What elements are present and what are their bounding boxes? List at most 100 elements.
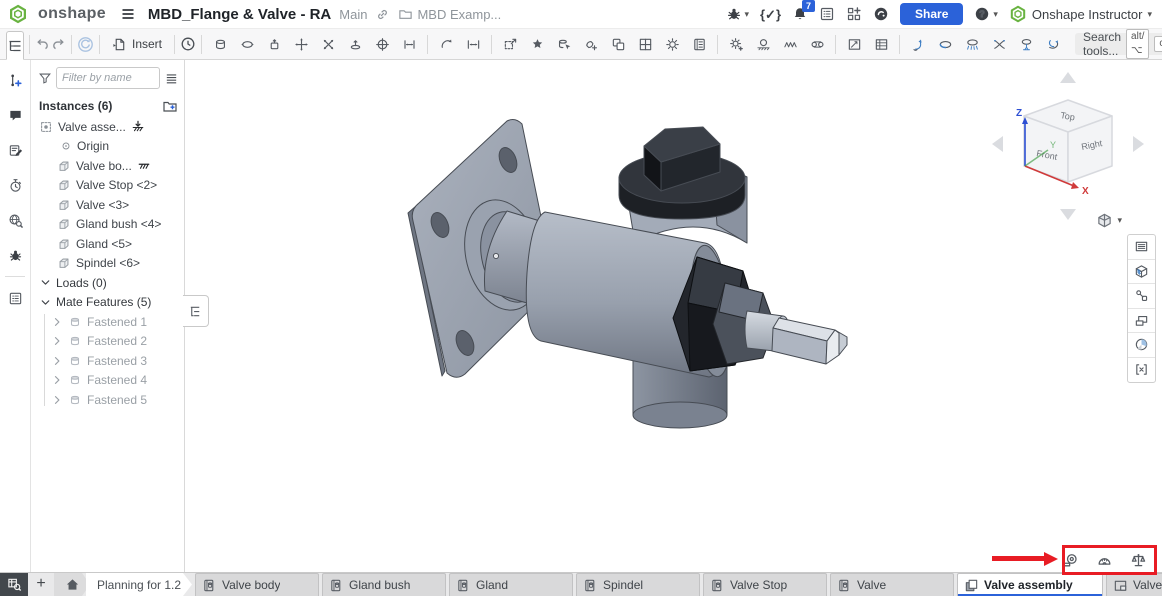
filter-icon[interactable] (38, 71, 52, 85)
list-options-icon[interactable] (164, 71, 179, 86)
named-view-icon[interactable] (1013, 32, 1039, 57)
search-tools[interactable]: Search tools... alt/⌥ c (1075, 33, 1162, 55)
part-icon (57, 159, 71, 173)
tab-assembly-icon (964, 578, 979, 593)
graphics-canvas[interactable]: Top Front Right Z X Y (185, 60, 1162, 572)
section-view-icon[interactable] (1128, 309, 1155, 334)
document-location[interactable]: MBD Examp... (417, 7, 501, 22)
bom-panel-icon[interactable] (1128, 235, 1155, 260)
slider-mate-icon[interactable] (342, 32, 368, 57)
sync-rotate-icon[interactable] (77, 32, 94, 57)
tree-item-origin[interactable]: Origin (31, 137, 184, 157)
follow-mode-icon[interactable] (4, 70, 26, 90)
interference-x-icon[interactable] (986, 32, 1012, 57)
rotate-left-arrow[interactable] (992, 136, 1003, 152)
insert-part-icon[interactable] (578, 32, 604, 57)
ball-mate-icon[interactable] (315, 32, 341, 57)
tape-measure-icon[interactable] (1060, 551, 1080, 569)
link-icon[interactable] (375, 7, 390, 22)
bug-report-icon[interactable] (4, 245, 26, 265)
view-options-menu[interactable]: ▾ (1096, 212, 1122, 229)
tree-item-valve-stop-2[interactable]: Valve Stop <2> (31, 176, 184, 196)
bom-table-icon[interactable] (868, 32, 894, 57)
version-history-icon[interactable] (4, 175, 26, 195)
tree-item-spindel-6[interactable]: Spindel <6> (31, 254, 184, 274)
notifications-icon[interactable]: 7 (792, 6, 808, 22)
insert-folder-icon[interactable] (162, 98, 178, 114)
tree-item-valve-bo[interactable]: Valve bo... (31, 156, 184, 176)
workspace-label[interactable]: Main (339, 7, 367, 22)
mass-scale-icon[interactable] (1128, 551, 1148, 569)
mate-connector-panel-icon[interactable] (1128, 284, 1155, 309)
panel-flyout-handle[interactable] (183, 295, 209, 327)
tree-item-fastened-2[interactable]: Fastened 2 (31, 332, 184, 352)
display-cube-icon[interactable] (1128, 260, 1155, 285)
cylindrical-mate-icon[interactable] (261, 32, 287, 57)
named-positions-icon[interactable] (686, 32, 712, 57)
tree-section-loads[interactable]: Loads (0) (31, 273, 184, 293)
pattern-grid-icon[interactable] (632, 32, 658, 57)
properties-list-icon[interactable] (4, 288, 26, 308)
drawing-sheet-icon[interactable] (841, 32, 867, 57)
rotate-down-arrow[interactable] (1060, 209, 1076, 220)
frame-tool-icon[interactable] (1128, 358, 1155, 383)
share-button[interactable]: Share (900, 3, 963, 25)
relation-gear-icon[interactable] (723, 32, 749, 57)
tree-item-fastened-5[interactable]: Fastened 5 (31, 390, 184, 410)
appearance-spray-icon[interactable] (959, 32, 985, 57)
translate-instance-icon[interactable] (460, 32, 486, 57)
debug-icon[interactable]: ▾ (726, 6, 749, 22)
copy-instances-icon[interactable] (605, 32, 631, 57)
revolute-mate-icon[interactable] (234, 32, 260, 57)
mate-icon[interactable] (207, 32, 233, 57)
account-menu[interactable]: Onshape Instructor▾ (1009, 5, 1152, 23)
star-feature-icon[interactable] (524, 32, 550, 57)
screw-relation-icon[interactable] (777, 32, 803, 57)
planar-mate-icon[interactable] (288, 32, 314, 57)
tree-item-fastened-3[interactable]: Fastened 3 (31, 351, 184, 371)
select-part-icon[interactable] (551, 32, 577, 57)
tree-item-gland-5[interactable]: Gland <5> (31, 234, 184, 254)
main-menu-icon[interactable] (120, 6, 136, 22)
tree-item-valve-asse[interactable]: Valve asse... (31, 117, 184, 137)
assembly-structure-toggle-icon[interactable] (6, 31, 24, 60)
filter-input[interactable] (56, 67, 160, 89)
gear-relation-icon[interactable] (659, 32, 685, 57)
release-notes-icon[interactable] (819, 6, 835, 22)
rack-pinion-icon[interactable] (750, 32, 776, 57)
explode-lasso-icon[interactable] (905, 32, 931, 57)
transform-icon[interactable] (497, 32, 523, 57)
protractor-icon[interactable] (1094, 551, 1114, 569)
shortcut-key-c: c (1154, 36, 1162, 52)
history-clock-icon[interactable] (180, 32, 196, 57)
belt-relation-icon[interactable] (804, 32, 830, 57)
pin-slot-mate-icon[interactable] (369, 32, 395, 57)
origin-icon (60, 140, 72, 152)
render-sphere-icon[interactable] (1128, 333, 1155, 358)
rotate-instance-icon[interactable] (433, 32, 459, 57)
tree-item-fastened-1[interactable]: Fastened 1 (31, 312, 184, 332)
tree-section-mate-features[interactable]: Mate Features (5) (31, 293, 184, 313)
tree-item-valve-3[interactable]: Valve <3> (31, 195, 184, 215)
tab-part-icon (456, 578, 471, 593)
section-ellipse-icon[interactable] (932, 32, 958, 57)
edit-notes-icon[interactable] (4, 140, 26, 160)
help-icon[interactable]: ?▾ (974, 6, 998, 22)
valve-assembly-model[interactable] (395, 115, 875, 445)
rotate-right-arrow[interactable] (1133, 136, 1144, 152)
parallel-mate-icon[interactable] (396, 32, 422, 57)
tree-item-fastened-4[interactable]: Fastened 4 (31, 371, 184, 391)
learning-center-icon[interactable] (873, 6, 889, 22)
tree-item-gland-bush-4[interactable]: Gland bush <4> (31, 215, 184, 235)
comments-icon[interactable] (4, 105, 26, 125)
undo-icon[interactable] (35, 32, 50, 57)
rotate-up-arrow[interactable] (1060, 72, 1076, 83)
view-cube[interactable]: Top Front Right Z X Y (1008, 86, 1128, 206)
app-store-icon[interactable] (846, 6, 862, 22)
insert-button[interactable]: Insert (105, 32, 169, 57)
redo-icon[interactable] (51, 32, 66, 57)
feature-script-icon[interactable]: {✓} (760, 8, 781, 21)
exploded-view-icon[interactable] (1040, 32, 1066, 57)
chevron-right-icon (51, 316, 63, 328)
publication-search-icon[interactable] (4, 210, 26, 230)
